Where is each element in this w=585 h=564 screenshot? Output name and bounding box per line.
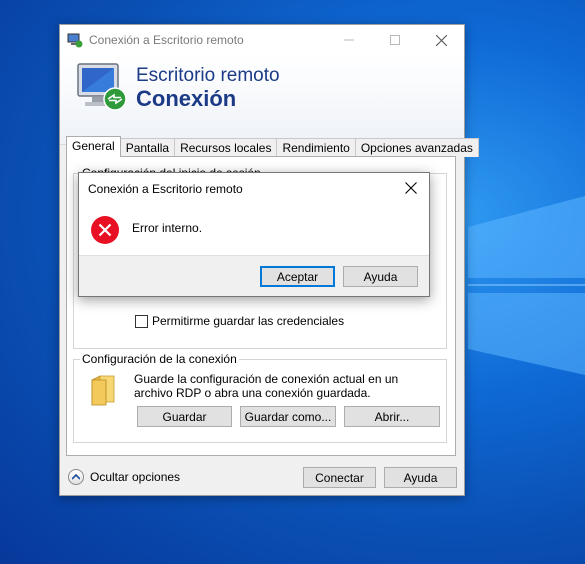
- error-message: Error interno.: [132, 221, 203, 235]
- connection-settings-group: Configuración de la conexión Guarde la c…: [73, 352, 447, 443]
- tab-display[interactable]: Pantalla: [119, 138, 176, 157]
- tab-experience[interactable]: Rendimiento: [276, 138, 356, 157]
- folder-icon: [91, 375, 115, 406]
- banner-title-line1: Escritorio remoto: [136, 65, 280, 86]
- tab-strip: General Pantalla Recursos locales Rendim…: [66, 136, 479, 157]
- remote-desktop-icon: [67, 33, 83, 48]
- error-help-button[interactable]: Ayuda: [343, 266, 418, 287]
- connection-group-label: Configuración de la conexión: [80, 352, 239, 366]
- connection-description: Guarde la configuración de conexión actu…: [134, 372, 399, 400]
- save-button[interactable]: Guardar: [137, 406, 232, 427]
- close-icon[interactable]: [405, 182, 417, 194]
- accept-button[interactable]: Aceptar: [260, 266, 335, 287]
- monitor-logo-icon: [77, 63, 127, 111]
- hide-options-toggle[interactable]: Ocultar opciones: [68, 469, 180, 485]
- close-button[interactable]: [418, 25, 464, 55]
- tab-general[interactable]: General: [66, 136, 121, 157]
- window-title: Conexión a Escritorio remoto: [89, 33, 244, 47]
- error-dialog-title: Conexión a Escritorio remoto: [88, 182, 243, 196]
- title-bar[interactable]: Conexión a Escritorio remoto: [60, 25, 464, 55]
- tab-advanced[interactable]: Opciones avanzadas: [354, 138, 479, 157]
- banner: Escritorio remoto Conexión: [60, 55, 464, 145]
- help-button[interactable]: Ayuda: [384, 467, 457, 488]
- maximize-icon: [390, 35, 400, 45]
- connect-button[interactable]: Conectar: [303, 467, 376, 488]
- save-credentials-option[interactable]: Permitirme guardar las credenciales: [135, 314, 344, 328]
- maximize-button[interactable]: [372, 25, 418, 55]
- minimize-icon: [344, 39, 354, 41]
- error-dialog-footer: Aceptar Ayuda: [79, 255, 429, 296]
- hide-options-label: Ocultar opciones: [90, 470, 181, 484]
- minimize-button[interactable]: [326, 25, 372, 55]
- banner-title-line2: Conexión: [136, 86, 237, 111]
- error-dialog: Conexión a Escritorio remoto Error inter…: [78, 172, 430, 297]
- save-credentials-label: Permitirme guardar las credenciales: [152, 314, 345, 328]
- save-credentials-checkbox[interactable]: [135, 314, 148, 328]
- save-as-button[interactable]: Guardar como...: [240, 406, 336, 427]
- error-icon: [91, 216, 119, 244]
- error-dialog-title-bar[interactable]: Conexión a Escritorio remoto: [79, 173, 429, 203]
- close-icon: [435, 34, 447, 46]
- tab-local-resources[interactable]: Recursos locales: [174, 138, 278, 157]
- open-button[interactable]: Abrir...: [344, 406, 440, 427]
- chevron-up-icon: [68, 469, 84, 485]
